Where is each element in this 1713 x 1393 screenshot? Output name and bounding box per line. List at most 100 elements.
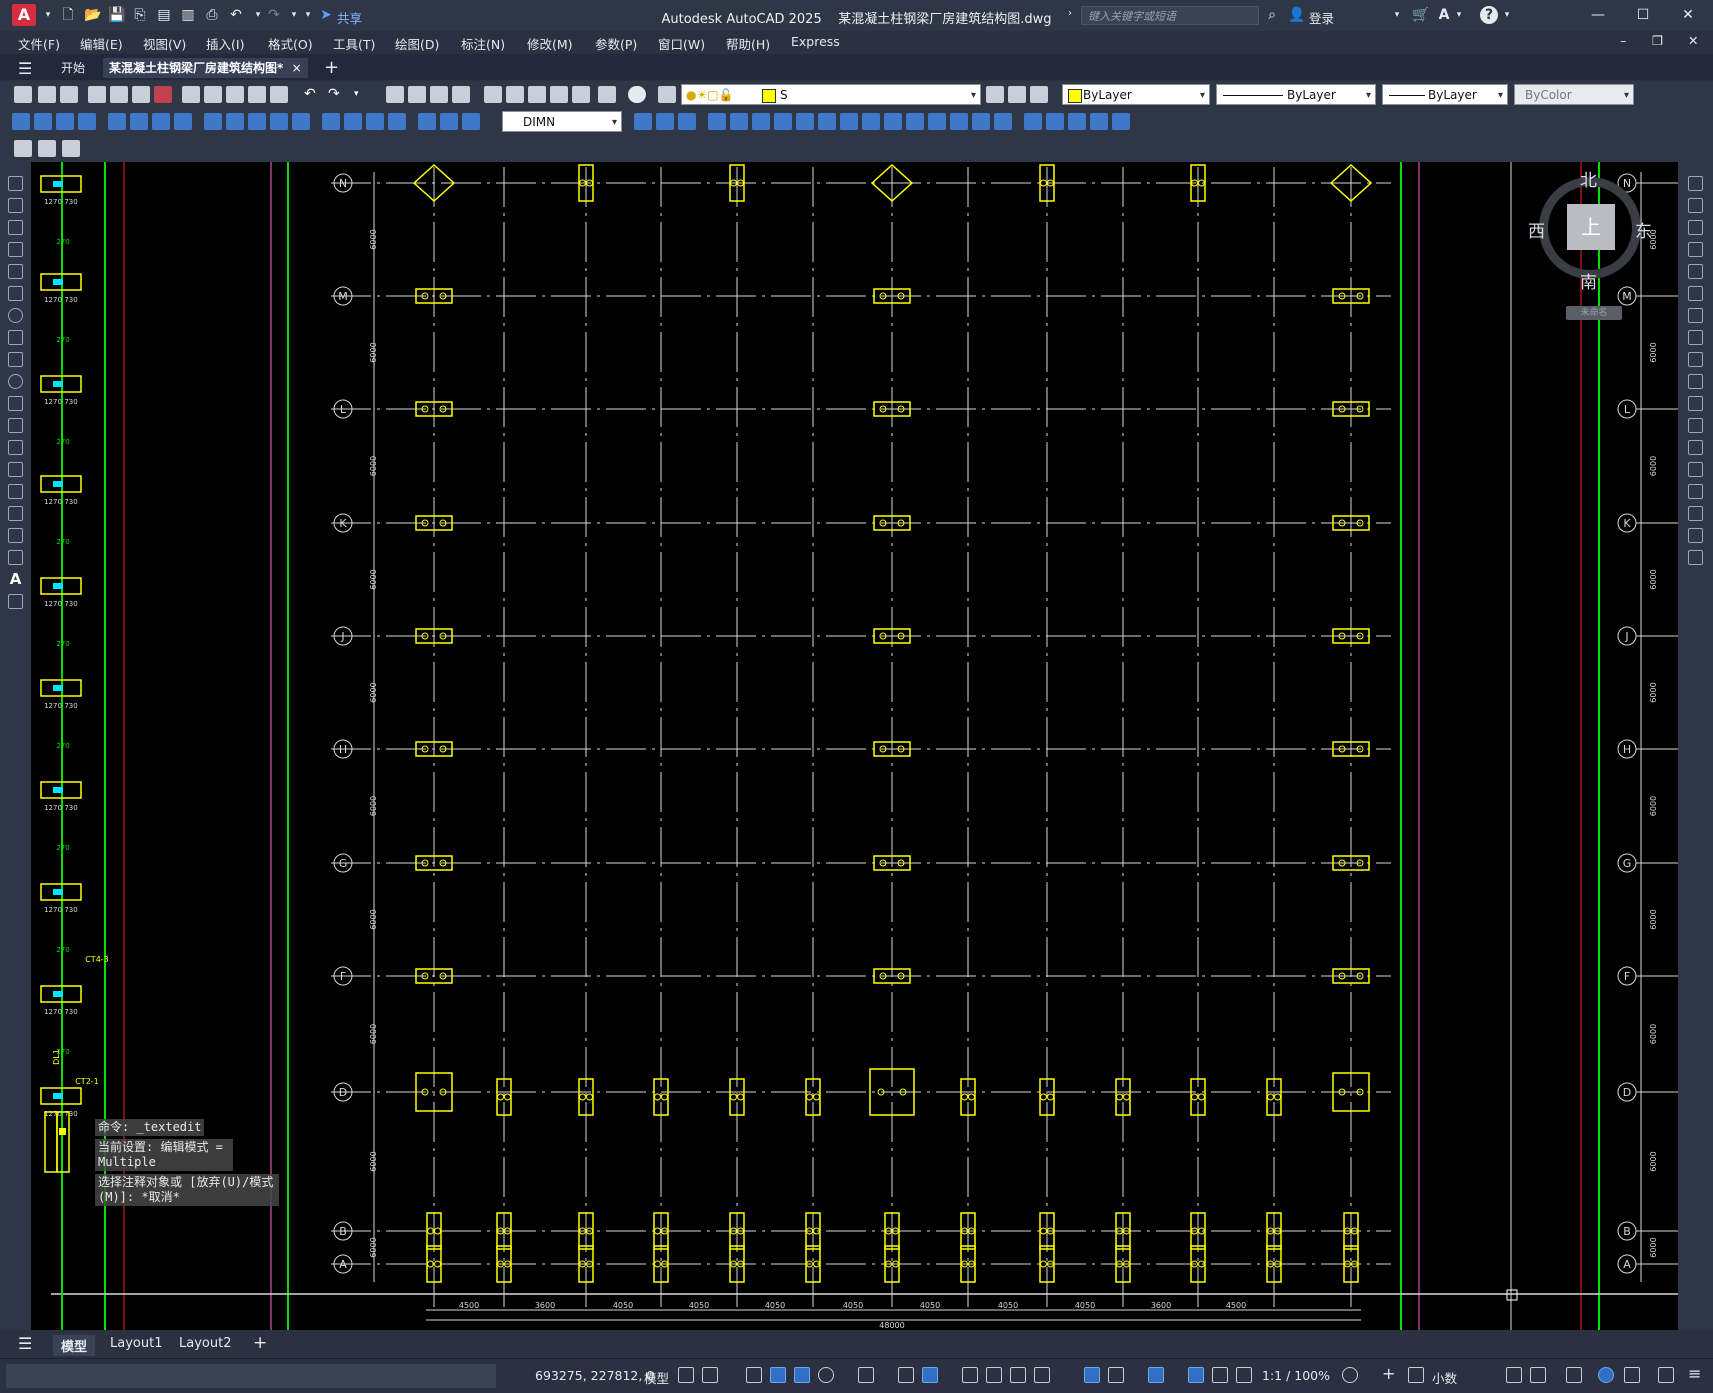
explode-icon[interactable]: [972, 113, 990, 130]
diameter-dim-icon[interactable]: [152, 113, 170, 130]
menu-insert[interactable]: 插入(I): [206, 34, 244, 53]
draworder-icon[interactable]: [1024, 113, 1042, 130]
ucs-menu[interactable]: 未命名: [1566, 306, 1622, 320]
customize-icon[interactable]: ▾: [300, 7, 316, 23]
save-block-icon[interactable]: [38, 140, 56, 157]
app-menu-button[interactable]: A: [12, 4, 36, 26]
blend-icon[interactable]: [950, 113, 968, 130]
menu-file[interactable]: 文件(F): [18, 34, 60, 53]
offset-icon[interactable]: [678, 113, 696, 130]
extend-icon[interactable]: [1688, 396, 1703, 411]
fillet-icon[interactable]: [928, 113, 946, 130]
make-block-icon[interactable]: [8, 440, 23, 455]
doc-minimize-button[interactable]: –: [1620, 33, 1626, 48]
dynamic-ucs-icon[interactable]: [1084, 1367, 1100, 1383]
dynamic-input-icon[interactable]: [770, 1367, 786, 1383]
compass-west[interactable]: 西: [1528, 217, 1545, 242]
new-icon[interactable]: [14, 86, 32, 103]
tab-layout1[interactable]: Layout1: [102, 1335, 170, 1352]
share-icon[interactable]: ➤: [318, 7, 334, 23]
rectangle-icon[interactable]: [8, 264, 23, 279]
gradient-icon[interactable]: [8, 506, 23, 521]
doc-restore-button[interactable]: ❐: [1652, 33, 1663, 48]
join-icon[interactable]: [884, 113, 902, 130]
lineweight-dropdown[interactable]: ByLayer ▾: [1382, 84, 1508, 105]
ordinate-dim-icon[interactable]: [78, 113, 96, 130]
transparency-icon[interactable]: [986, 1367, 1002, 1383]
blend-curves-icon[interactable]: [1688, 528, 1703, 543]
tab-layout2[interactable]: Layout2: [171, 1335, 239, 1352]
3d-osnap-icon[interactable]: [1034, 1367, 1050, 1383]
make-current-layer-icon[interactable]: [986, 86, 1004, 103]
design-center-icon[interactable]: [506, 86, 524, 103]
save-as-icon[interactable]: ⎘: [132, 7, 148, 23]
help-icon[interactable]: ?: [1480, 6, 1498, 24]
menu-format[interactable]: 格式(O): [268, 34, 313, 53]
color-dropdown[interactable]: ByLayer ▾: [1062, 84, 1210, 105]
undo-icon[interactable]: ↶: [228, 7, 244, 23]
region-icon[interactable]: [8, 528, 23, 543]
angular-dim-icon[interactable]: [174, 113, 192, 130]
copy-icon[interactable]: [634, 113, 652, 130]
selection-filter-icon[interactable]: [1108, 1367, 1124, 1383]
jogged-dim-icon[interactable]: [130, 113, 148, 130]
cart-icon[interactable]: 🛒: [1412, 6, 1429, 24]
break-at-point-icon[interactable]: [1688, 418, 1703, 433]
save-web-icon[interactable]: ▥: [180, 7, 196, 23]
save-icon[interactable]: 💾: [108, 7, 125, 23]
center-mark-icon[interactable]: [344, 113, 362, 130]
block-editor-icon[interactable]: [270, 86, 288, 103]
scale-icon[interactable]: [1688, 330, 1703, 345]
jogged-linear-icon[interactable]: [388, 113, 406, 130]
revcloud-icon[interactable]: [8, 330, 23, 345]
save-icon[interactable]: [60, 86, 78, 103]
tab-active-drawing[interactable]: 某混凝土柱钢梁厂房建筑结构图* ×: [103, 58, 308, 78]
rotate-icon[interactable]: [1688, 308, 1703, 323]
tab-start[interactable]: 开始: [55, 58, 91, 78]
radius-dim-icon[interactable]: [108, 113, 126, 130]
layer-dropdown[interactable]: ●☀▢🔓 S ▾: [681, 84, 981, 105]
lineweight-icon[interactable]: [962, 1367, 978, 1383]
layer-properties-icon[interactable]: [658, 86, 676, 103]
zoom-window-icon[interactable]: [430, 86, 448, 103]
chevron-down-icon[interactable]: ▾: [1502, 6, 1512, 24]
new-file-icon[interactable]: 🗋: [60, 7, 76, 23]
compass-north[interactable]: 北: [1580, 166, 1597, 191]
ellipse-arc-icon[interactable]: [8, 396, 23, 411]
tolerance-icon[interactable]: [322, 113, 340, 130]
close-tab-icon[interactable]: ×: [292, 61, 302, 75]
search-icon[interactable]: ⌕: [1264, 6, 1280, 24]
chevron-down-icon[interactable]: ▾: [40, 7, 56, 23]
table-icon[interactable]: [8, 550, 23, 565]
layer-previous-icon[interactable]: [1008, 86, 1026, 103]
login-button[interactable]: 登录: [1309, 8, 1334, 27]
selection-cycling-icon[interactable]: [1010, 1367, 1026, 1383]
dim-update-icon[interactable]: [462, 113, 480, 130]
pan-icon[interactable]: [386, 86, 404, 103]
redo-icon[interactable]: ↷: [328, 86, 346, 103]
autodesk-app-icon[interactable]: A: [1436, 6, 1452, 24]
menu-parametric[interactable]: 参数(P): [595, 34, 637, 53]
infer-constraints-icon[interactable]: [746, 1367, 762, 1383]
polar-tracking-icon[interactable]: [818, 1367, 834, 1383]
menu-dimension[interactable]: 标注(N): [461, 34, 505, 53]
zoom-previous-icon[interactable]: [452, 86, 470, 103]
object-snap-icon[interactable]: [922, 1367, 938, 1383]
tab-model[interactable]: 模型: [53, 1335, 96, 1356]
share-button[interactable]: 共享: [337, 8, 362, 27]
scale-icon[interactable]: [774, 113, 792, 130]
point-icon[interactable]: [8, 462, 23, 477]
plot-icon[interactable]: [88, 86, 106, 103]
user-icon[interactable]: 👤: [1288, 6, 1305, 24]
dim-edit-icon[interactable]: [418, 113, 436, 130]
lock-ui-icon[interactable]: [1530, 1367, 1546, 1383]
drawing-canvas[interactable]: N N M M L L K K J J H H G G F F D D B B A A 6000 6000 6000 6000 60…: [31, 162, 1678, 1330]
compass-south[interactable]: 南: [1580, 268, 1597, 293]
edit-block-icon[interactable]: [14, 140, 32, 157]
layer-state-icon[interactable]: [1030, 86, 1048, 103]
close-window-button[interactable]: ✕: [1668, 4, 1708, 26]
dim-space-icon[interactable]: [270, 113, 288, 130]
hamburger-menu-icon[interactable]: ☰: [18, 59, 32, 78]
spline-icon[interactable]: [8, 352, 23, 367]
properties-icon[interactable]: [484, 86, 502, 103]
